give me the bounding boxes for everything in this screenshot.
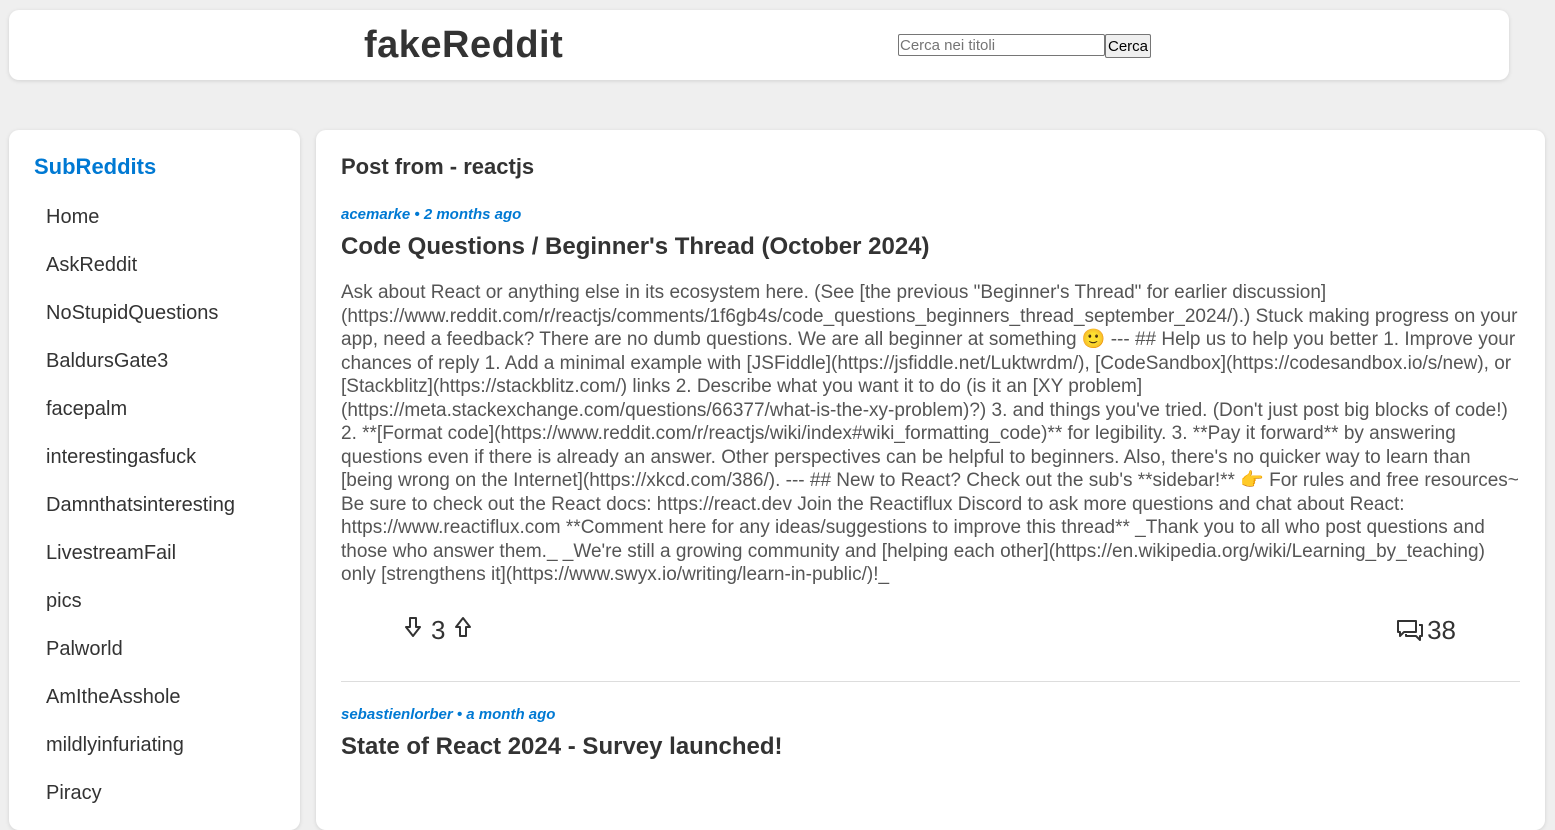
sidebar-item-pics[interactable]: pics <box>46 588 235 636</box>
post-footer: 3 38 <box>341 615 1520 661</box>
post-card: sebastienlorber • a month ago State of R… <box>341 706 1520 761</box>
sidebar-title: SubReddits <box>34 154 157 179</box>
search-input[interactable] <box>898 34 1105 56</box>
arrow-down-icon <box>405 616 421 637</box>
sidebar-item-mildlyinfuriating[interactable]: mildlyinfuriating <box>46 732 235 780</box>
sidebar-item-interestingasfuck[interactable]: interestingasfuck <box>46 444 235 492</box>
brand-logo-text[interactable]: fakeReddit <box>364 24 563 67</box>
post-body: Ask about React or anything else in its … <box>341 282 1519 585</box>
sidebar-item-piracy[interactable]: Piracy <box>46 780 235 828</box>
post-meta[interactable]: acemarke • 2 months ago <box>341 206 1520 223</box>
comments-icon <box>1397 620 1424 641</box>
sidebar-item-palworld[interactable]: Palworld <box>46 636 235 684</box>
search-form: Cerca <box>898 34 1152 58</box>
downvote-button[interactable] <box>401 615 425 646</box>
sidebar-item-baldursgate3[interactable]: BaldursGate3 <box>46 348 235 396</box>
comment-count: 38 <box>1427 614 1456 645</box>
sidebar-item-home[interactable]: Home <box>46 204 235 252</box>
post-card: acemarke • 2 months ago Code Questions /… <box>341 206 1520 661</box>
page-title: Post from - reactjs <box>341 154 535 179</box>
sidebar-item-askreddit[interactable]: AskReddit <box>46 252 235 300</box>
subreddit-list: Home AskReddit NoStupidQuestions Baldurs… <box>46 204 235 828</box>
post-meta[interactable]: sebastienlorber • a month ago <box>341 706 1520 723</box>
vote-count: 3 <box>431 614 446 645</box>
post-title[interactable]: State of React 2024 - Survey launched! <box>341 733 1520 761</box>
post-title[interactable]: Code Questions / Beginner's Thread (Octo… <box>341 233 1520 261</box>
sidebar-item-amitheasshole[interactable]: AmItheAsshole <box>46 684 235 732</box>
sidebar-item-livestreamfail[interactable]: LivestreamFail <box>46 540 235 588</box>
sidebar-item-nostupidquestions[interactable]: NoStupidQuestions <box>46 300 235 348</box>
search-button[interactable]: Cerca <box>1105 34 1152 58</box>
sidebar-item-damnthatsinteresting[interactable]: Damnthatsinteresting <box>46 492 235 540</box>
arrow-up-icon <box>455 616 472 637</box>
comments-button[interactable]: 38 <box>1395 615 1456 646</box>
subreddit-sidebar: SubReddits Home AskReddit NoStupidQuesti… <box>9 130 300 830</box>
post-divider <box>341 681 1520 682</box>
posts-panel: Post from - reactjs acemarke • 2 months … <box>316 130 1545 830</box>
vote-controls: 3 <box>401 615 475 646</box>
top-header: fakeReddit Cerca <box>9 10 1509 80</box>
sidebar-item-facepalm[interactable]: facepalm <box>46 396 235 444</box>
upvote-button[interactable] <box>451 615 475 646</box>
